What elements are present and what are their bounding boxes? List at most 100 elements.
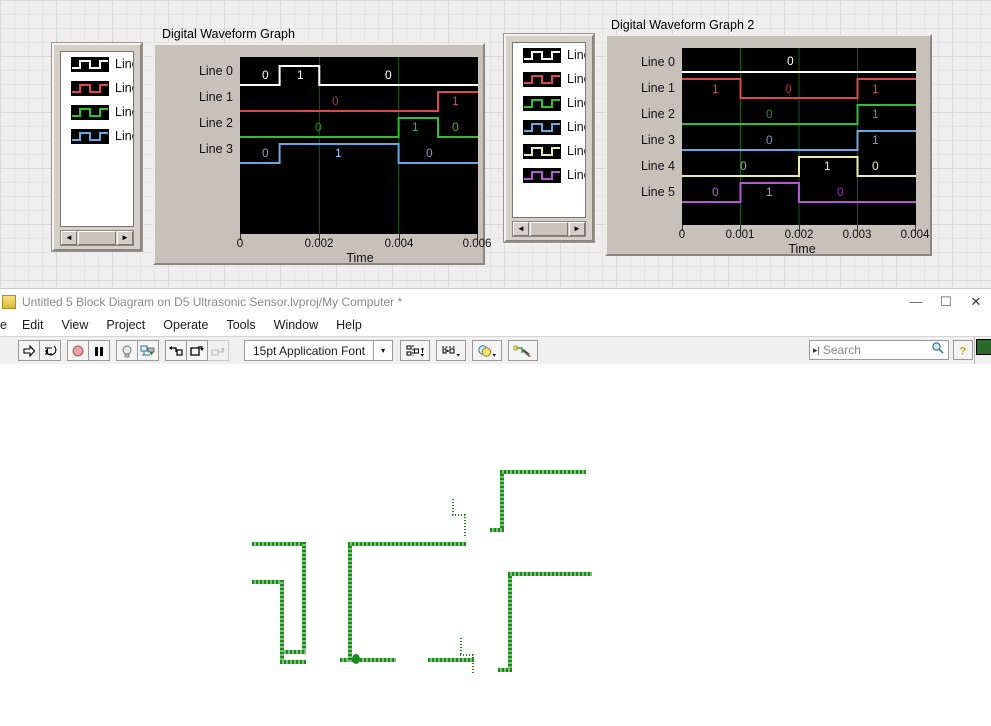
scroll-left-icon[interactable]: ◄ [61,231,77,245]
wire-bool2-down[interactable] [460,638,462,655]
graph2-legend-scrollbar[interactable]: ◄ ► [512,221,586,237]
menu-tools[interactable]: Tools [217,316,264,334]
graph1-row-label-0: Line 0 [198,64,233,78]
wire-array2-h[interactable] [252,580,282,584]
maximize-button[interactable]: ☐ [931,289,961,314]
svg-text:1: 1 [872,133,879,147]
scroll-right-icon[interactable]: ► [569,222,585,236]
menu-edit[interactable]: Edit [13,316,53,334]
highlight-execution-button[interactable] [116,340,138,361]
block-diagram-window: Untitled 5 Block Diagram on D5 Ultrasoni… [0,288,991,726]
menu-help[interactable]: Help [327,316,371,334]
palette-strip[interactable] [974,337,991,364]
abort-execution-button[interactable] [67,340,89,361]
clean-up-diagram-button[interactable] [508,340,539,361]
wire-junction-dot [352,654,360,664]
step-into-button[interactable] [165,340,187,361]
wire-bool1-v[interactable] [464,514,466,536]
menu-operate[interactable]: Operate [154,316,217,334]
retain-wire-values-button[interactable] [137,340,159,361]
step-over-button[interactable] [186,340,208,361]
scroll-thumb[interactable] [530,222,568,236]
wire-dw2-to-term[interactable] [508,572,592,576]
graph1-plot-legend[interactable]: Line 0 Line 1 Line 2 Line 3 [52,43,142,251]
menu-file[interactable]: e [0,316,13,334]
svg-text:0: 0 [262,146,269,160]
list-item[interactable]: Line 2 [61,100,133,124]
graph1-legend-scrollbar[interactable]: ◄ ► [60,230,134,246]
distribute-objects-button[interactable] [436,340,467,361]
wire-dw1-up[interactable] [500,470,504,532]
graph2-plot-frame[interactable]: Line 0 Line 1 Line 2 Line 3 Line 4 Line … [605,34,932,256]
wire-dw1-to-term[interactable] [500,470,586,474]
list-item[interactable]: Line 3 [513,115,585,139]
wire-bool1-down[interactable] [452,499,454,515]
graph2-xaxis-title: Time [788,242,816,256]
wire-array1-v[interactable] [302,542,306,654]
svg-text:1: 1 [712,82,719,96]
graph2-row-label-5: Line 5 [640,185,675,199]
search-icon[interactable] [931,341,948,359]
wire-array2-in[interactable] [280,660,306,664]
block-diagram-canvas[interactable]: ▲▼ 0 ▲▼ 0 F F F F T F F T F F [0,364,991,726]
align-objects-button[interactable] [400,340,431,361]
wire-branch-up[interactable] [348,542,352,662]
wire-dw2-up[interactable] [508,572,512,672]
search-scope-icon[interactable]: ▸| [810,345,823,356]
menu-window[interactable]: Window [265,316,327,334]
digital-waveform-icon [523,47,561,63]
list-item[interactable]: Line 3 [61,124,133,148]
list-item[interactable]: Line 2 [513,91,585,115]
list-item[interactable]: Line 1 [61,76,133,100]
font-selector[interactable]: 15pt Application Font ▾ [244,340,394,361]
pause-button[interactable] [88,340,110,361]
wire-array1-in[interactable] [282,650,306,654]
search-input[interactable]: ▸| Search [809,340,949,360]
context-help-button[interactable]: ? [953,340,973,360]
minimize-button[interactable]: — [901,289,931,314]
graph2-xtick-0: 0 [678,229,686,241]
run-continuously-button[interactable] [39,340,61,361]
svg-text:0: 0 [766,107,773,121]
search-placeholder: Search [822,343,861,357]
wire-bool2-v[interactable] [472,654,474,674]
close-button[interactable]: ✕ [961,289,991,314]
digital-waveform-icon [523,119,561,135]
chevron-down-icon[interactable]: ▾ [373,341,392,360]
svg-text:0: 0 [787,54,794,68]
list-item[interactable]: Line 5 [513,163,585,187]
graph1-xtick-0: 0 [236,238,244,250]
window-titlebar[interactable]: Untitled 5 Block Diagram on D5 Ultrasoni… [0,289,991,314]
wire-array2-v[interactable] [280,580,284,664]
scroll-right-icon[interactable]: ► [117,231,133,245]
wire-dw2-out[interactable] [498,668,512,672]
wire-array1-h[interactable] [252,542,306,546]
svg-text:0: 0 [785,82,792,96]
step-group [165,340,229,361]
list-item[interactable]: Line 1 [513,67,585,91]
reorder-button[interactable] [472,340,503,361]
menu-view[interactable]: View [53,316,98,334]
step-out-button[interactable] [207,340,229,361]
graph2-plot-legend[interactable]: Line 0 Line 1 Line 2 Line 3 [504,34,594,242]
graph2-xtick-2: 0.002 [784,229,814,241]
scroll-thumb[interactable] [78,231,116,245]
graph1-legend-list: Line 0 Line 1 Line 2 Line 3 [60,51,134,227]
graph1-plot-frame[interactable]: Line 0 Line 1 Line 2 Line 3 0 1 0 0 1 0 [153,43,491,265]
graph2-row-label-4: Line 4 [640,159,675,173]
menu-project[interactable]: Project [97,316,154,334]
graph1-plot-canvas[interactable]: 0 1 0 0 1 0 1 0 0 1 0 [240,57,478,234]
list-item[interactable]: Line 0 [61,52,133,76]
legend-label: Line 2 [567,96,585,110]
graph2-plot-canvas[interactable]: 0 1 0 1 0 1 0 1 0 1 0 0 1 0 [682,48,916,225]
run-button[interactable] [18,340,40,361]
vi-icon-pane[interactable] [976,339,991,355]
wire-transpose-out[interactable] [428,658,474,662]
list-item[interactable]: Line 0 [513,43,585,67]
scroll-left-icon[interactable]: ◄ [513,222,529,236]
wire-dw1-out[interactable] [490,528,504,532]
wire-bool2-h[interactable] [460,654,474,656]
wire-bool1-h[interactable] [452,514,466,516]
list-item[interactable]: Line 4 [513,139,585,163]
wire-to-dw1[interactable] [348,542,466,546]
